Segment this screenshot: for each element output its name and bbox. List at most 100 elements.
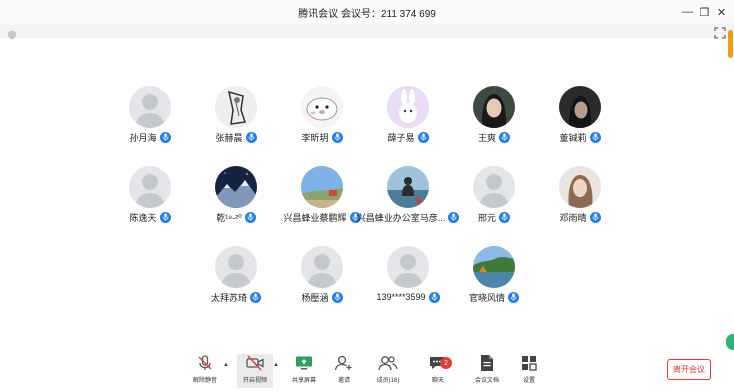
microphone-icon — [159, 131, 171, 143]
participant-tile[interactable]: 邢元 — [449, 166, 539, 238]
participant-name-row: 杨壓涵 — [277, 290, 367, 304]
participant-name: 兴昌蜂业办公室马彦... — [356, 212, 446, 223]
participant-name-row: 太拜苏琦 — [191, 290, 281, 304]
participant-tile[interactable]: 杨壓涵 — [277, 246, 367, 318]
participant-name: 陈逸天 — [129, 212, 157, 223]
settings-grid-icon — [519, 354, 539, 372]
participant-tile[interactable]: 官晓风情 — [449, 246, 539, 318]
meeting-window: 腾讯会议 会议号：211 374 699 — ❐ ✕ 孙月海 张赫晨 李昕玥 薛子易 王… — [0, 0, 734, 391]
microphone-icon — [499, 131, 510, 143]
invite-label: 邀请 — [337, 378, 350, 384]
avatar — [387, 166, 429, 208]
audio-options-caret[interactable]: ▲ — [223, 362, 229, 368]
participant-tile[interactable]: 邓雨晴 — [535, 166, 625, 238]
microphone-icon — [589, 131, 601, 143]
document-icon — [477, 354, 497, 372]
participant-tile[interactable]: 张赫晨 — [191, 86, 281, 158]
avatar — [473, 246, 515, 288]
settings-label: 设置 — [522, 378, 535, 384]
participant-name-row: 薛子易 — [363, 130, 453, 144]
participant-name: 兴昌蜂业蔡鹏辉 — [283, 212, 347, 223]
leave-meeting-button[interactable]: 离开会议 — [667, 359, 711, 380]
participant-tile[interactable]: 太拜苏琦 — [191, 246, 281, 318]
members-label: 成员(16) — [376, 378, 400, 384]
avatar — [215, 86, 257, 128]
participant-name: 董铖莉 — [559, 132, 587, 143]
avatar — [215, 246, 257, 288]
info-bar — [0, 24, 734, 38]
participant-tile[interactable]: 李昕玥 — [277, 86, 367, 158]
bottom-toolbar: 解除静音 ▲ 开启视频 ▲ 共享屏幕 邀请 成员(16) 聊天 2 会议文档 设… — [0, 352, 734, 391]
video-off-icon — [245, 354, 265, 372]
participant-name-row: 兴昌蜂业蔡鹏辉 — [277, 210, 367, 224]
participant-name: 薛子易 — [387, 132, 415, 143]
participant-name-row: 张赫晨 — [191, 130, 281, 144]
share-screen-icon — [294, 354, 314, 372]
microphone-icon — [331, 291, 343, 303]
share-screen-label: 共享屏幕 — [291, 378, 316, 384]
start-video-button[interactable]: 开启视频 — [237, 354, 273, 388]
microphone-icon — [244, 211, 256, 223]
participant-tile[interactable]: 兴昌蜂业蔡鹏辉 — [277, 166, 367, 238]
minimize-button[interactable]: — — [679, 0, 696, 24]
avatar — [301, 246, 343, 288]
participant-tile[interactable]: 陈逸天 — [105, 166, 195, 238]
unmute-button[interactable]: 解除静音 — [187, 354, 223, 388]
chat-label: 聊天 — [431, 378, 444, 384]
avatar — [473, 86, 515, 128]
avatar — [559, 86, 601, 128]
participant-name-row: 兴昌蜂业办公室马彦... — [357, 210, 460, 224]
meeting-docs-button[interactable]: 会议文档 — [469, 354, 505, 388]
shield-icon[interactable] — [7, 27, 17, 40]
participant-tile[interactable]: 王爽 — [449, 86, 539, 158]
microphone-icon — [428, 291, 440, 303]
participant-name: 王爽 — [477, 132, 496, 143]
title-bar: 腾讯会议 会议号：211 374 699 — ❐ ✕ — [0, 0, 734, 24]
share-screen-button[interactable]: 共享屏幕 — [286, 354, 322, 388]
window-controls: — ❐ ✕ — [679, 0, 730, 24]
start-video-label: 开启视频 — [242, 378, 267, 384]
participant-tile[interactable]: 董铖莉 — [535, 86, 625, 158]
participant-name-row: 王爽 — [449, 130, 539, 144]
participant-name: 邓雨晴 — [559, 212, 587, 223]
invite-icon — [334, 354, 354, 372]
chat-unread-badge: 2 — [440, 357, 452, 369]
unmute-label: 解除静音 — [192, 378, 217, 384]
participant-name-row: 邓雨晴 — [535, 210, 625, 224]
participant-name-row: 董铖莉 — [535, 130, 625, 144]
participant-name-row: 官晓风情 — [449, 290, 539, 304]
participant-tile[interactable]: 139****3599 — [363, 246, 453, 318]
microphone-icon — [250, 291, 261, 303]
participant-name-row: 孙月海 — [105, 130, 195, 144]
participant-name: 官晓风情 — [468, 292, 505, 303]
participant-name-row: 陈逸天 — [105, 210, 195, 224]
avatar — [559, 166, 601, 208]
avatar — [129, 86, 171, 128]
participant-name: 太拜苏琦 — [210, 292, 247, 303]
participant-name-row: 李昕玥 — [277, 130, 367, 144]
participant-tile[interactable]: 乾¹⁹-²⁰ — [191, 166, 281, 238]
avatar — [387, 246, 429, 288]
scrollbar-thumb[interactable] — [728, 30, 733, 58]
invite-button[interactable]: 邀请 — [326, 354, 362, 388]
video-options-caret[interactable]: ▲ — [273, 362, 279, 368]
participant-name-row: 乾¹⁹-²⁰ — [191, 210, 281, 224]
fullscreen-icon[interactable] — [714, 26, 726, 39]
avatar — [473, 166, 515, 208]
participant-name: 张赫晨 — [215, 132, 243, 143]
restore-button[interactable]: ❐ — [696, 0, 713, 24]
participant-name: 李昕玥 — [301, 132, 329, 143]
chat-button[interactable]: 聊天 2 — [420, 354, 456, 388]
participant-name-row: 139****3599 — [363, 290, 453, 304]
participant-tile[interactable]: 薛子易 — [363, 86, 453, 158]
avatar — [129, 166, 171, 208]
participant-name: 139****3599 — [376, 292, 426, 302]
participant-tile[interactable]: 兴昌蜂业办公室马彦... — [357, 166, 460, 238]
participant-tile[interactable]: 孙月海 — [105, 86, 195, 158]
avatar — [387, 86, 429, 128]
members-button[interactable]: 成员(16) — [370, 354, 406, 388]
close-button[interactable]: ✕ — [713, 0, 730, 24]
participant-name: 孙月海 — [129, 132, 157, 143]
settings-button[interactable]: 设置 — [511, 354, 547, 388]
side-panel-handle[interactable] — [726, 334, 734, 350]
